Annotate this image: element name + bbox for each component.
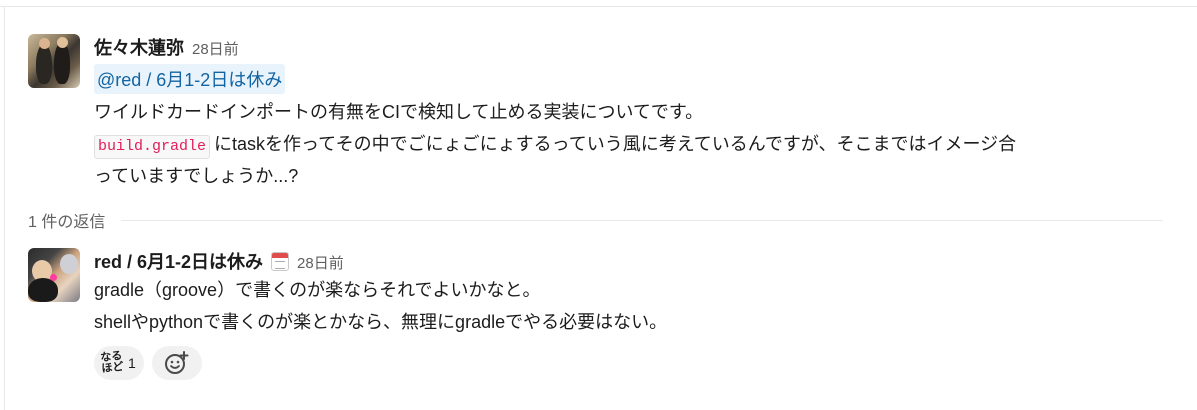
message-text: gradle（groove）で書くのが楽ならそれでよいかなと。 (94, 280, 541, 300)
inline-code: build.gradle (94, 135, 211, 159)
reactions-bar: なる ほど 1 (94, 346, 1177, 380)
message-header: 佐々木蓮弥 28日前 (94, 34, 1177, 60)
user-mention[interactable]: @red / 6月1-2日は休み (94, 64, 286, 94)
message-text: ワイルドカードインポートの有無をCIで検知して止める実装についてです。 (94, 102, 704, 122)
reply-message: red / 6月1-2日は休み 28日前 gradle（groove）で書くのが… (28, 248, 1177, 380)
panel-left-border (4, 6, 5, 410)
author-name[interactable]: 佐々木蓮弥 (94, 34, 184, 60)
message-header: red / 6月1-2日は休み 28日前 (94, 248, 1177, 274)
avatar[interactable] (28, 248, 80, 302)
calendar-icon (271, 252, 290, 271)
message-text: っていますでしょうか...? (94, 166, 299, 186)
message-text-segment: にtaskを作ってその中でごにょごにょするっていう風に考えているんですが、そこま… (214, 134, 1017, 154)
add-emoji-icon (164, 351, 189, 374)
timestamp[interactable]: 28日前 (192, 38, 239, 59)
avatar[interactable] (28, 34, 80, 88)
message-text: build.gradle にtaskを作ってその中でごにょごにょするっていう風に考… (94, 128, 1177, 160)
add-reaction-button[interactable] (151, 346, 202, 380)
reply-count-label: 1 件の返信 (28, 214, 106, 231)
reaction-naruhodo[interactable]: なる ほど 1 (94, 346, 144, 380)
replies-divider: 1 件の返信 (28, 208, 1163, 232)
naruhodo-emoji-icon: なる ほど (99, 350, 125, 376)
reaction-count: 1 (128, 355, 136, 371)
timestamp[interactable]: 28日前 (297, 252, 344, 273)
panel-top-border (0, 6, 1197, 7)
message-text: shellやpythonで書くのが楽とかなら、無理にgradleでやる必要はない… (94, 312, 668, 332)
emoji-text-bottom: ほど (100, 360, 125, 376)
divider-line (121, 219, 1163, 221)
parent-message: 佐々木蓮弥 28日前 @red / 6月1-2日は休み ワイルドカードインポート… (28, 34, 1177, 192)
author-name[interactable]: red / 6月1-2日は休み (94, 248, 263, 274)
